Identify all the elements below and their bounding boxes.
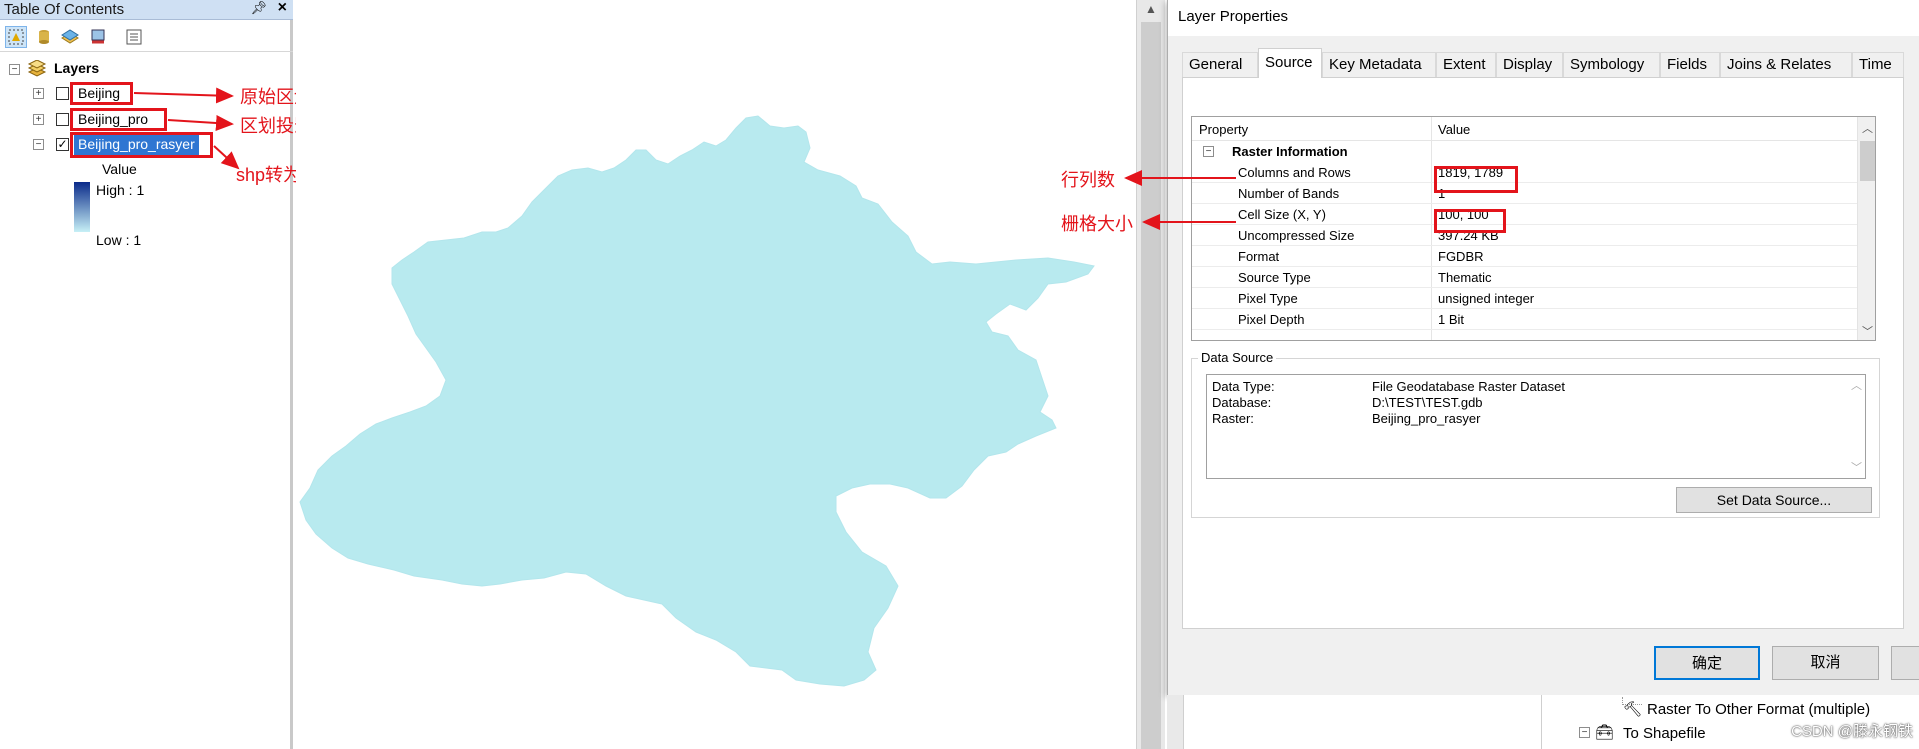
annotation-cell-size: 栅格大小	[1061, 214, 1133, 234]
tab-source[interactable]: Source	[1258, 48, 1322, 78]
window-separator	[1541, 695, 1542, 749]
tool-icon: 🔨︎	[1623, 701, 1643, 718]
dialog-annotation-arrows	[1124, 170, 1236, 230]
window-edge	[1167, 695, 1184, 749]
screen: { "toc": { "title": "Table Of Contents",…	[0, 0, 1919, 749]
tool-raster-to-other-format[interactable]: Raster To Other Format (multiple)	[1647, 701, 1870, 718]
to-shapefile-collapse-toggle[interactable]: −	[1579, 727, 1590, 738]
toolset-icon: 🧰︎	[1595, 724, 1615, 741]
annotation-rows-cols: 行列数	[1061, 170, 1115, 190]
watermark: CSDN @滕永钢铁	[1791, 723, 1913, 740]
toolset-to-shapefile[interactable]: To Shapefile	[1623, 725, 1706, 742]
